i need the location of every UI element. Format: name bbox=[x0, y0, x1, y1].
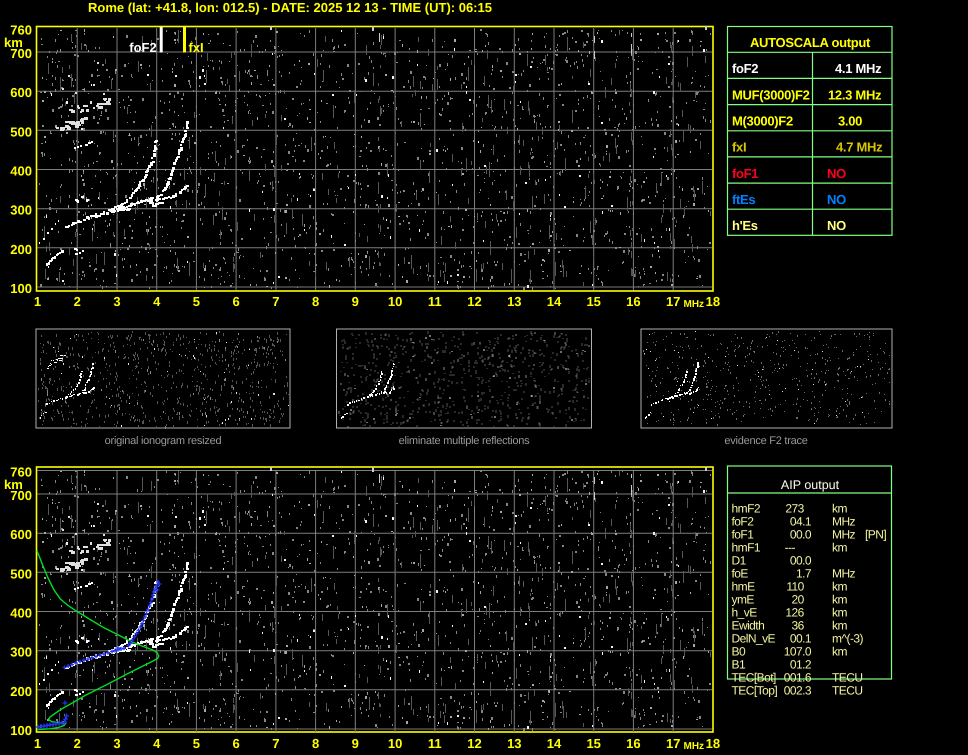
svg-text:TEC[Bot]: TEC[Bot] bbox=[732, 671, 776, 685]
svg-text:TECU: TECU bbox=[832, 671, 862, 685]
svg-text:TEC[Top]: TEC[Top] bbox=[732, 684, 778, 698]
svg-text:MHz: MHz bbox=[832, 515, 856, 529]
svg-text:04.1: 04.1 bbox=[790, 515, 812, 529]
svg-text:hmE: hmE bbox=[732, 580, 756, 594]
svg-text:m^(-3): m^(-3) bbox=[832, 632, 864, 646]
svg-text:eliminate multiple reflections: eliminate multiple reflections bbox=[399, 435, 530, 447]
svg-text:km: km bbox=[832, 645, 847, 659]
svg-text:fxI: fxI bbox=[189, 40, 204, 55]
svg-text:12.3 MHz: 12.3 MHz bbox=[828, 87, 882, 102]
svg-text:MUF(3000)F2: MUF(3000)F2 bbox=[732, 87, 810, 102]
svg-text:001.6: 001.6 bbox=[784, 671, 812, 685]
svg-text:B0: B0 bbox=[732, 645, 746, 659]
svg-text:hmF1: hmF1 bbox=[732, 541, 761, 555]
svg-text:Ewidth: Ewidth bbox=[732, 619, 765, 633]
svg-text:00.1: 00.1 bbox=[790, 632, 812, 646]
svg-text:AUTOSCALA output: AUTOSCALA output bbox=[750, 35, 871, 50]
svg-text:107.0: 107.0 bbox=[784, 645, 812, 659]
svg-text:[PN]: [PN] bbox=[865, 528, 886, 542]
svg-text:36: 36 bbox=[792, 619, 805, 633]
svg-text:km: km bbox=[832, 580, 847, 594]
svg-text:MHz: MHz bbox=[832, 567, 856, 581]
svg-text:NO: NO bbox=[827, 192, 846, 207]
svg-text:km: km bbox=[832, 619, 847, 633]
svg-text:km: km bbox=[832, 541, 847, 555]
svg-text:00.0: 00.0 bbox=[790, 528, 812, 542]
svg-text:DelN_vE: DelN_vE bbox=[732, 632, 776, 646]
svg-text:km: km bbox=[832, 606, 847, 620]
svg-text:3.00: 3.00 bbox=[838, 114, 862, 129]
svg-text:1.7: 1.7 bbox=[796, 567, 812, 581]
svg-text:evidence F2 trace: evidence F2 trace bbox=[724, 435, 807, 447]
svg-text:MHz: MHz bbox=[832, 528, 856, 542]
svg-text:Rome (lat: +41.8, lon: 012.5): Rome (lat: +41.8, lon: 012.5) - DATE: 20… bbox=[88, 0, 492, 15]
svg-text:273: 273 bbox=[785, 502, 804, 516]
svg-text:01.2: 01.2 bbox=[790, 658, 812, 672]
svg-text:126: 126 bbox=[785, 606, 804, 620]
svg-text:B1: B1 bbox=[732, 658, 746, 672]
svg-text:4.7 MHz: 4.7 MHz bbox=[836, 140, 883, 155]
svg-text:4.1 MHz: 4.1 MHz bbox=[835, 61, 882, 76]
svg-text:foE: foE bbox=[732, 567, 749, 581]
svg-text:km: km bbox=[832, 502, 847, 516]
svg-text:fxI: fxI bbox=[732, 140, 746, 155]
svg-text:TECU: TECU bbox=[832, 684, 862, 698]
svg-text:M(3000)F2: M(3000)F2 bbox=[732, 114, 793, 129]
svg-text:h'Es: h'Es bbox=[732, 218, 758, 233]
svg-text:00.0: 00.0 bbox=[790, 554, 812, 568]
svg-text:110: 110 bbox=[786, 580, 804, 594]
svg-text:h_vE: h_vE bbox=[732, 606, 758, 620]
svg-text:foF2: foF2 bbox=[732, 61, 758, 76]
svg-text:foF2: foF2 bbox=[732, 515, 755, 529]
svg-text:ftEs: ftEs bbox=[732, 192, 755, 207]
svg-text:---: --- bbox=[785, 541, 796, 555]
svg-text:20: 20 bbox=[792, 593, 805, 607]
svg-text:original ionogram resized: original ionogram resized bbox=[105, 435, 222, 447]
svg-text:foF1: foF1 bbox=[732, 528, 755, 542]
svg-text:hmF2: hmF2 bbox=[732, 502, 761, 516]
svg-text:foF1: foF1 bbox=[732, 166, 758, 181]
svg-text:km: km bbox=[832, 593, 847, 607]
svg-text:NO: NO bbox=[827, 166, 846, 181]
svg-text:AIP output: AIP output bbox=[781, 478, 840, 492]
svg-text:ymE: ymE bbox=[732, 593, 755, 607]
svg-text:foF2: foF2 bbox=[129, 40, 156, 55]
svg-text:002.3: 002.3 bbox=[784, 684, 812, 698]
svg-text:D1: D1 bbox=[732, 554, 747, 568]
svg-text:NO: NO bbox=[827, 218, 846, 233]
